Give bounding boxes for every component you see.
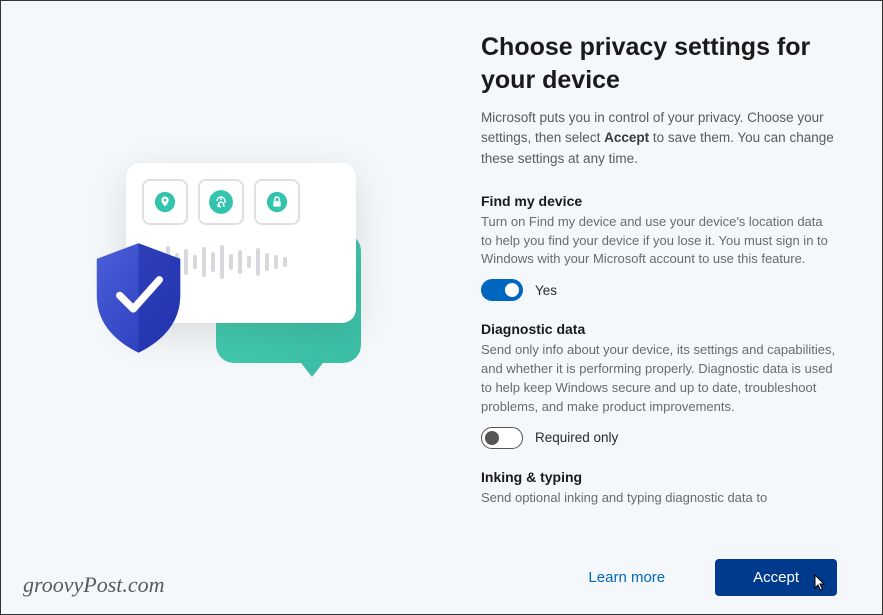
find-device-desc: Turn on Find my device and use your devi… [481, 213, 837, 270]
find-device-toggle-label: Yes [535, 283, 557, 298]
icon-row [142, 179, 340, 225]
diagnostic-data-setting: Diagnostic data Send only info about you… [481, 321, 837, 448]
learn-more-link[interactable]: Learn more [588, 569, 665, 586]
find-my-device-setting: Find my device Turn on Find my device an… [481, 193, 837, 302]
subtitle-bold: Accept [604, 130, 649, 145]
watermark: groovyPost.com [23, 572, 165, 598]
inking-typing-setting: Inking & typing Send optional inking and… [481, 469, 837, 518]
bottom-action-bar: Learn more Accept [588, 559, 837, 596]
accept-button[interactable]: Accept [715, 559, 837, 596]
inking-title: Inking & typing [481, 469, 837, 485]
settings-panel: Choose privacy settings for your device … [461, 1, 882, 614]
diagnostic-toggle-label: Required only [535, 430, 618, 445]
diagnostic-toggle[interactable] [481, 427, 523, 449]
illustration-panel [1, 1, 461, 614]
lock-icon [254, 179, 300, 225]
diagnostic-desc: Send only info about your device, its se… [481, 341, 837, 416]
inking-desc: Send optional inking and typing diagnost… [481, 489, 837, 508]
main-container: Choose privacy settings for your device … [1, 1, 882, 614]
find-device-toggle-row: Yes [481, 279, 837, 301]
find-device-title: Find my device [481, 193, 837, 209]
diagnostic-title: Diagnostic data [481, 321, 837, 337]
page-title: Choose privacy settings for your device [481, 31, 837, 96]
location-icon [142, 179, 188, 225]
shield-icon [86, 238, 191, 358]
privacy-illustration [71, 148, 391, 428]
page-subtitle: Microsoft puts you in control of your pr… [481, 108, 837, 169]
diagnostic-toggle-row: Required only [481, 427, 837, 449]
fingerprint-icon [198, 179, 244, 225]
find-device-toggle[interactable] [481, 279, 523, 301]
